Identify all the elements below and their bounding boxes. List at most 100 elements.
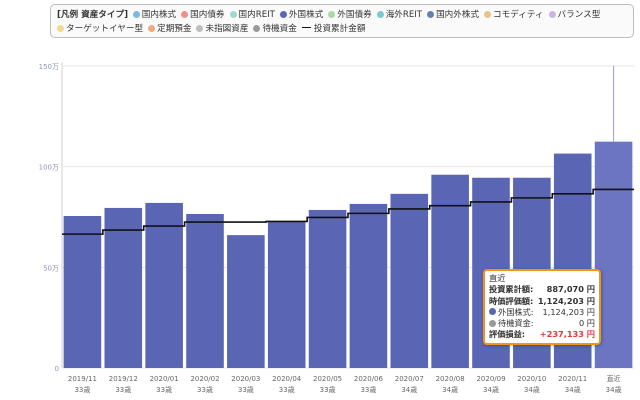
x-tick-sublabel: 33歳 <box>320 385 336 394</box>
x-tick-label: 2020/05 <box>313 375 342 383</box>
legend-item-label: 投資累計金額 <box>313 24 366 34</box>
tooltip-cumulative-label: 投資累計額: <box>489 284 534 295</box>
x-tick-sublabel: 34歳 <box>442 385 458 394</box>
x-tick-sublabel: 33歳 <box>279 385 295 394</box>
legend-dot-icon <box>427 10 435 18</box>
tooltip: 直近 投資累計額: 887,070 円 時価評価額: 1,124,203 円 外… <box>483 269 601 345</box>
legend-dot-icon <box>279 10 287 18</box>
legend-item-label: ターゲットイヤー型 <box>66 24 144 34</box>
legend-dot-icon <box>484 10 492 18</box>
legend-item-label: 海外REIT <box>385 10 423 20</box>
legend-item: 国内REIT <box>229 8 275 22</box>
legend-item: コモディティ <box>484 8 544 22</box>
tooltip-foreign-value: 1,124,203 円 <box>542 306 595 317</box>
x-tick-sublabel: 33歳 <box>74 385 90 394</box>
x-tick-sublabel: 33歳 <box>197 385 213 394</box>
bar <box>145 202 183 368</box>
bar <box>431 174 469 368</box>
legend-title: [凡例 資産タイプ] <box>57 10 129 20</box>
legend-item: 投資累計金額 <box>301 22 366 36</box>
x-tick-label: 2020/09 <box>476 375 505 383</box>
tooltip-standby-row: 待機資金: 0 円 <box>489 318 595 329</box>
y-tick-label: 100万 <box>39 164 59 172</box>
legend-item-label: 国内外株式 <box>436 10 480 20</box>
legend-item: 国内株式 <box>132 8 177 22</box>
legend-line-icon <box>301 27 311 28</box>
legend-item: 外国債券 <box>328 8 372 22</box>
x-tick-sublabel: 34歳 <box>606 385 622 394</box>
legend-item: 未指図資産 <box>196 22 248 36</box>
tooltip-market-row: 時価評価額: 1,124,203 円 <box>489 296 595 307</box>
tooltip-foreign-label: 外国株式: <box>498 306 534 317</box>
legend-dot-icon <box>196 24 204 32</box>
x-tick-label: 2020/06 <box>354 375 384 383</box>
x-tick-sublabel: 34歳 <box>565 385 581 394</box>
x-tick-sublabel: 33歳 <box>115 385 131 394</box>
legend-dot-icon <box>148 24 156 32</box>
legend-item-label: 外国債券 <box>337 10 372 20</box>
legend-item: バランス型 <box>548 8 601 22</box>
legend-item-label: 待機資金 <box>262 24 297 34</box>
bar <box>104 207 143 368</box>
legend: [凡例 資産タイプ] 国内株式 国内債券 国内REIT 外国株式 外国債券 海外REIT 国… <box>50 4 634 38</box>
x-tick-label: 2020/02 <box>190 375 219 383</box>
legend-item-label: 国内REIT <box>238 10 275 20</box>
y-tick-label: 150万 <box>39 63 59 71</box>
x-tick-sublabel: 34歳 <box>524 385 540 394</box>
x-tick-sublabel: 33歳 <box>360 385 376 394</box>
legend-dot-icon <box>548 10 556 18</box>
legend-item: 国内債券 <box>181 8 225 22</box>
legend-item: 国内外株式 <box>427 8 479 22</box>
legend-item: 外国株式 <box>279 8 323 22</box>
bar <box>390 193 429 368</box>
legend-item-label: 国内株式 <box>141 10 177 20</box>
legend-item: 海外REIT <box>376 8 423 22</box>
tooltip-standby-value: 0 円 <box>579 318 595 329</box>
bar <box>267 221 306 368</box>
legend-dot-icon <box>181 10 189 18</box>
legend-dot-icon <box>328 10 336 18</box>
x-tick-sublabel: 33歳 <box>156 385 172 394</box>
legend-dot-icon <box>132 10 140 18</box>
legend-dot-icon <box>376 10 384 18</box>
x-tick-label: 2019/12 <box>109 375 138 383</box>
y-tick-label: 50万 <box>43 264 59 272</box>
y-tick-label: 0 <box>55 365 59 373</box>
legend-item-label: 定期預金 <box>157 24 192 34</box>
tooltip-profit-value: +237,133 円 <box>539 329 595 340</box>
tooltip-foreign-row: 外国株式: 1,124,203 円 <box>489 307 595 318</box>
bar <box>227 235 265 368</box>
x-tick-label: 2020/10 <box>517 375 546 383</box>
tooltip-standby-label: 待機資金: <box>498 318 534 329</box>
x-tick-sublabel: 34歳 <box>401 385 417 394</box>
legend-item-label: バランス型 <box>557 10 601 20</box>
legend-item: ターゲットイヤー型 <box>57 22 143 36</box>
legend-item-label: コモディティ <box>493 10 544 20</box>
bar <box>349 203 388 368</box>
tooltip-title: 直近 <box>489 273 506 283</box>
x-tick-label: 直近 <box>607 374 621 383</box>
bar <box>186 213 224 368</box>
x-tick-label: 2020/07 <box>395 375 424 383</box>
legend-item-label: 国内債券 <box>190 10 225 20</box>
tooltip-profit-label: 評価損益: <box>489 329 526 340</box>
x-tick-label: 2020/03 <box>231 375 260 383</box>
legend-items: 国内株式 国内債券 国内REIT 外国株式 外国債券 海外REIT 国内外株式 コモディティ バ… <box>57 10 605 34</box>
x-tick-sublabel: 34歳 <box>483 385 499 394</box>
legend-dot-icon <box>229 10 237 18</box>
x-tick-label: 2020/11 <box>558 375 587 383</box>
x-tick-sublabel: 33歳 <box>238 385 254 394</box>
tooltip-profit-row: 評価損益: +237,133 円 <box>489 329 595 340</box>
legend-item: 待機資金 <box>253 22 297 36</box>
x-tick-label: 2019/11 <box>68 375 97 383</box>
legend-dot-icon <box>57 24 64 32</box>
foreign-stock-dot-icon <box>489 308 496 316</box>
tooltip-market-value: 1,124,203 円 <box>537 295 595 306</box>
x-tick-label: 2020/08 <box>436 375 465 383</box>
legend-dot-icon <box>253 24 261 32</box>
x-tick-label: 2020/01 <box>150 375 179 383</box>
bar <box>63 215 102 368</box>
tooltip-market-label: 時価評価額: <box>489 295 534 306</box>
legend-item: 定期預金 <box>148 22 191 36</box>
tooltip-cumulative-row: 投資累計額: 887,070 円 <box>489 284 595 295</box>
